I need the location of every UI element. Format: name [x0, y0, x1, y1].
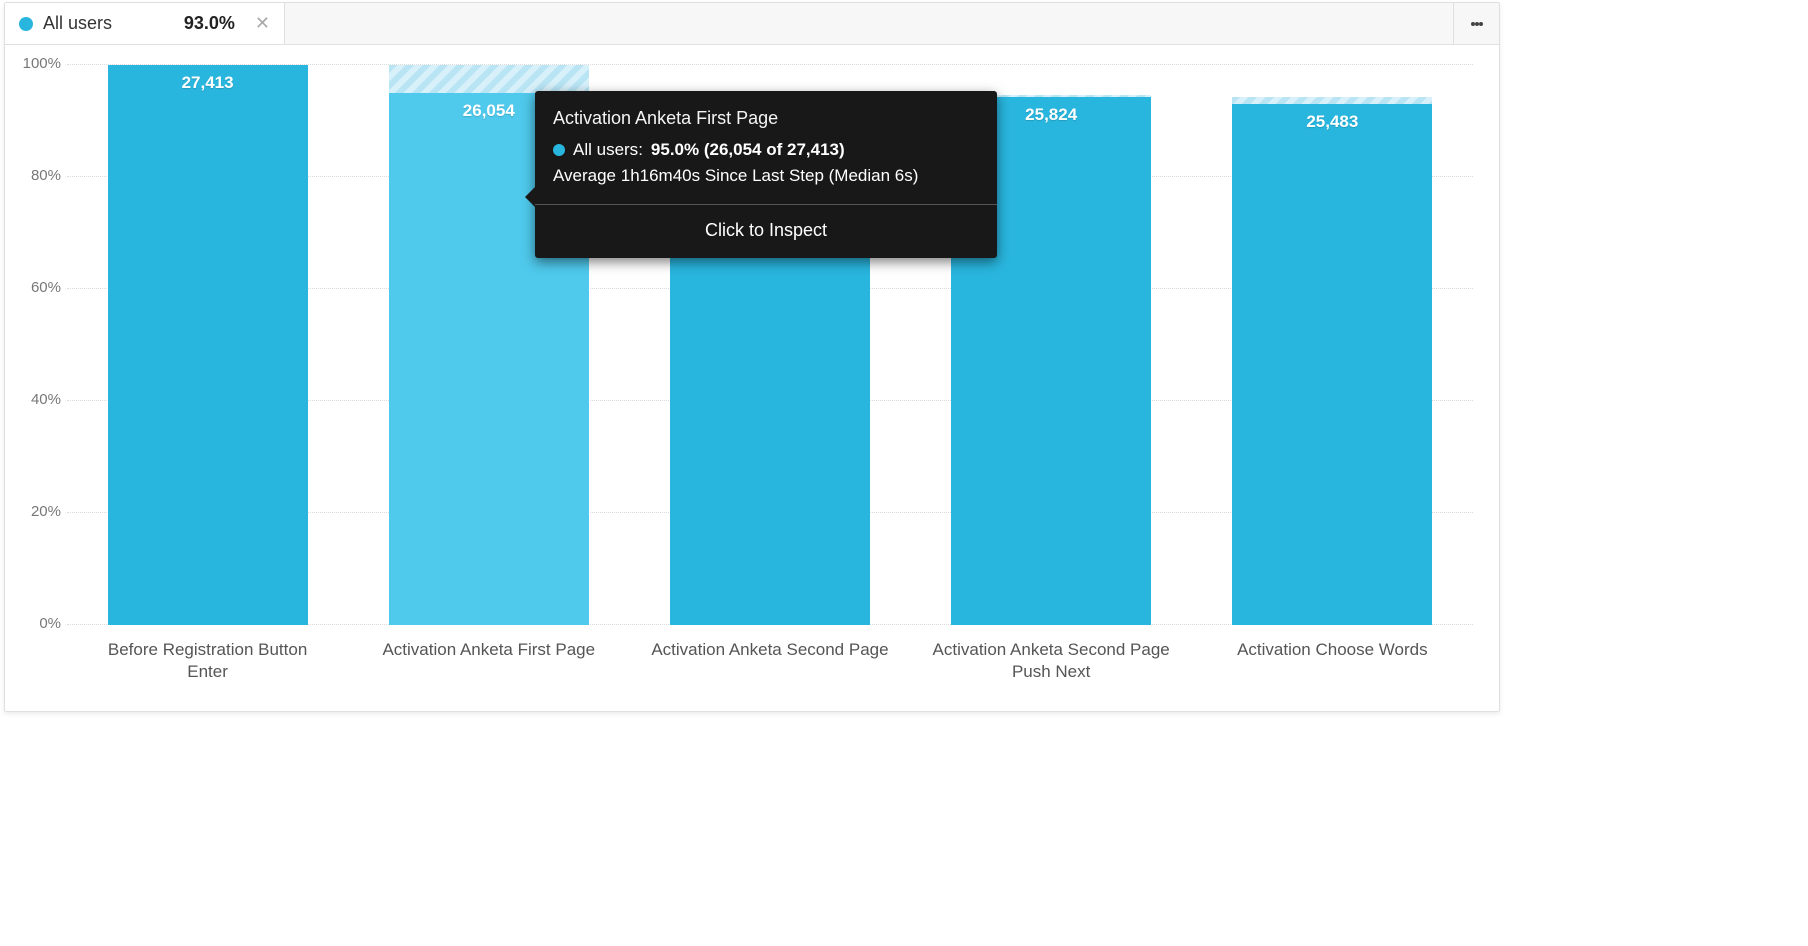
y-tick-label: 40% [17, 391, 61, 408]
series-color-dot [19, 17, 33, 31]
kebab-dot [1471, 22, 1475, 26]
kebab-dot [1479, 22, 1483, 26]
bar-fill [108, 65, 308, 625]
tooltip-avg-line: Average 1h16m40s Since Last Step (Median… [553, 163, 979, 189]
bar-tooltip[interactable]: Activation Anketa First Page All users: … [535, 91, 997, 258]
tooltip-inspect-button[interactable]: Click to Inspect [553, 205, 979, 259]
panel-header: All users 93.0% ✕ [5, 3, 1499, 45]
series-color-dot [553, 144, 565, 156]
chart-body: 0%20%40%60%80%100%27,41326,05425,93825,8… [5, 45, 1499, 711]
y-tick-label: 100% [17, 55, 61, 72]
x-tick-label: Activation Anketa Second Page [650, 639, 890, 683]
y-tick-label: 60% [17, 279, 61, 296]
bar-value-label: 25,483 [1232, 112, 1432, 132]
bar-value-label: 27,413 [108, 73, 308, 93]
x-tick-label: Activation Anketa First Page [369, 639, 609, 683]
bar[interactable]: 27,413 [108, 65, 308, 625]
tooltip-title: Activation Anketa First Page [553, 105, 979, 133]
x-tick-label: Activation Choose Words [1212, 639, 1452, 683]
tooltip-series-line: All users: 95.0% (26,054 of 27,413) [553, 137, 979, 163]
options-menu-button[interactable] [1453, 3, 1499, 44]
kebab-dot [1475, 22, 1479, 26]
series-overall-pct: 93.0% [184, 13, 235, 34]
x-axis: Before Registration Button Enter Activati… [67, 639, 1473, 683]
y-tick-label: 0% [17, 615, 61, 632]
series-name: All users [43, 13, 174, 34]
tooltip-series-name: All users: [573, 137, 643, 163]
funnel-panel: All users 93.0% ✕ 0% 20% 40% 60% 80% 100% 27,4… [4, 2, 1500, 712]
x-tick-label: Activation Anketa Second Page Push Next [931, 639, 1171, 683]
close-icon[interactable]: ✕ [255, 13, 270, 34]
bar-fill [1232, 104, 1432, 625]
y-tick-label: 80% [17, 167, 61, 184]
tooltip-stats: 95.0% (26,054 of 27,413) [651, 137, 845, 163]
bar[interactable]: 25,483 [1232, 65, 1432, 625]
y-tick-label: 20% [17, 503, 61, 520]
legend-chip[interactable]: All users 93.0% ✕ [5, 3, 285, 44]
x-tick-label: Before Registration Button Enter [88, 639, 328, 683]
header-spacer [285, 3, 1453, 44]
